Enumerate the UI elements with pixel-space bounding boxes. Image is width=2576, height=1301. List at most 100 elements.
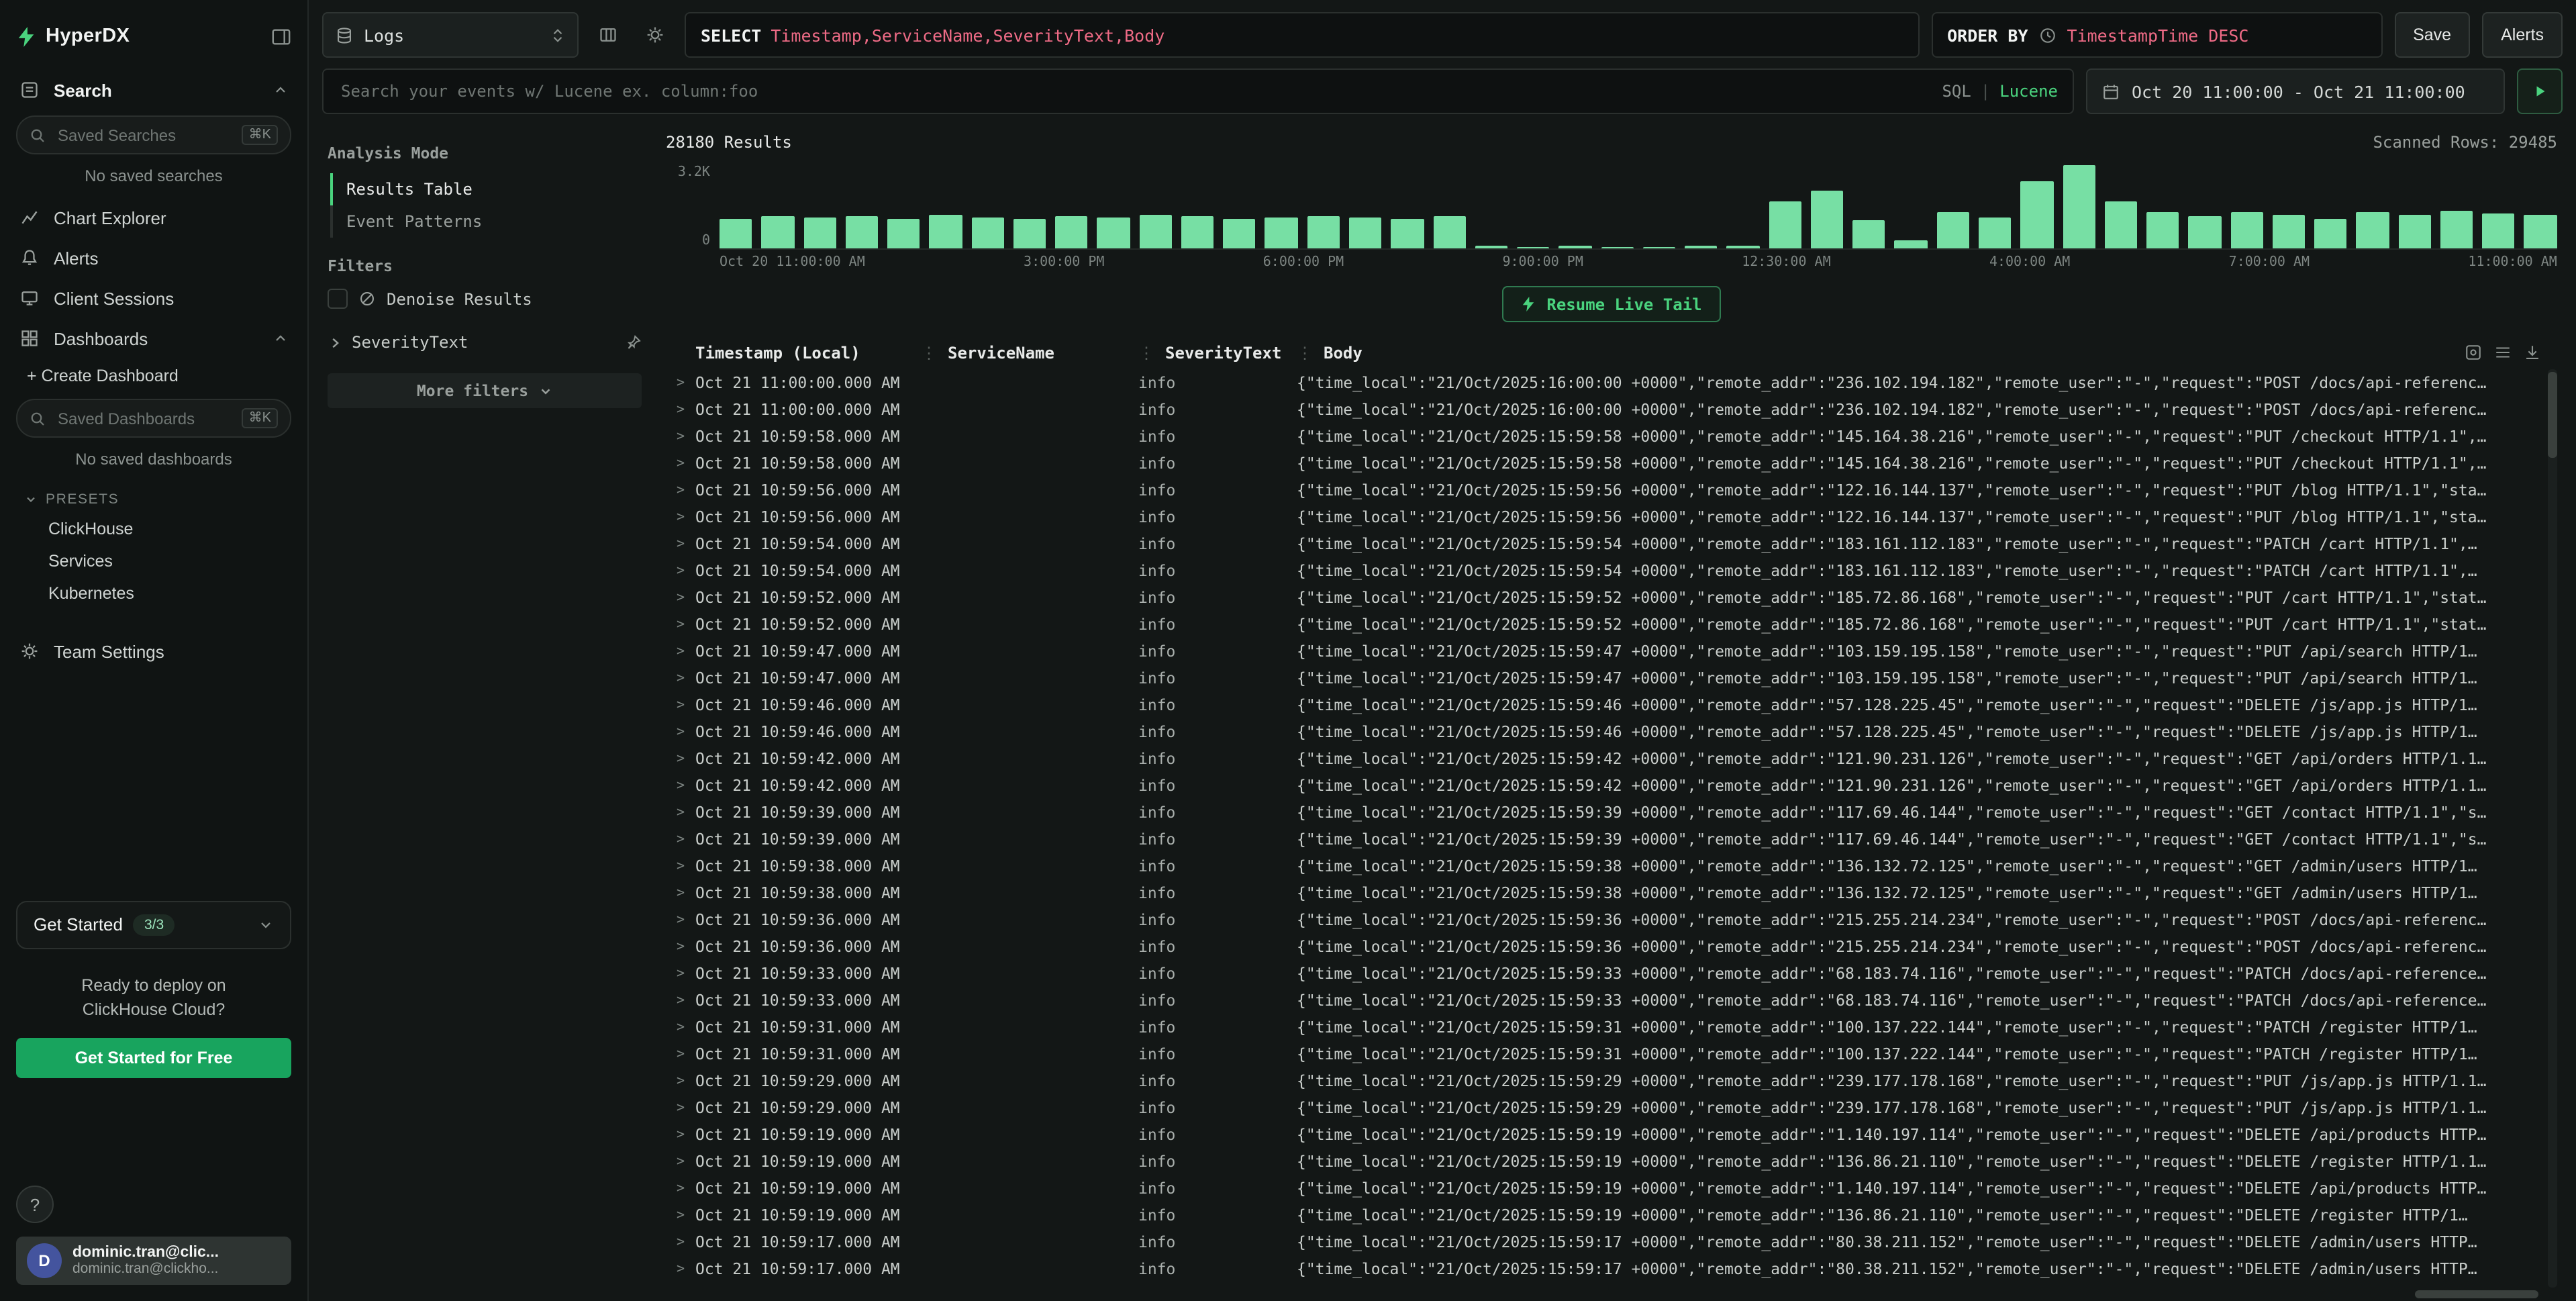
table-row[interactable]: >Oct 21 10:59:31.000 AMinfo{"time_local"… xyxy=(666,1041,2557,1067)
table-row[interactable]: >Oct 21 10:59:19.000 AMinfo{"time_local"… xyxy=(666,1175,2557,1202)
row-expand-chevron[interactable]: > xyxy=(666,859,695,873)
row-expand-chevron[interactable]: > xyxy=(666,1127,695,1142)
row-expand-chevron[interactable]: > xyxy=(666,832,695,847)
row-density-icon[interactable] xyxy=(2494,344,2512,361)
sidebar-item-services[interactable]: Services xyxy=(16,545,291,577)
presets-toggle[interactable]: PRESETS xyxy=(16,481,291,513)
horizontal-scrollbar[interactable] xyxy=(2415,1290,2538,1298)
row-expand-chevron[interactable]: > xyxy=(666,1181,695,1196)
orderby-input[interactable]: ORDER BY TimestampTime DESC xyxy=(1931,12,2382,58)
sidebar-item-dashboards[interactable]: Dashboards xyxy=(16,318,291,358)
event-search-input[interactable] xyxy=(338,81,1928,102)
saved-searches-input[interactable] xyxy=(55,124,233,146)
row-expand-chevron[interactable]: > xyxy=(666,778,695,793)
table-row[interactable]: >Oct 21 10:59:38.000 AMinfo{"time_local"… xyxy=(666,853,2557,879)
row-expand-chevron[interactable]: > xyxy=(666,644,695,659)
row-expand-chevron[interactable]: > xyxy=(666,966,695,981)
table-row[interactable]: >Oct 21 10:59:46.000 AMinfo{"time_local"… xyxy=(666,718,2557,745)
resume-live-tail-button[interactable]: Resume Live Tail xyxy=(1502,286,1720,322)
table-row[interactable]: >Oct 21 10:59:47.000 AMinfo{"time_local"… xyxy=(666,665,2557,691)
sidebar-item-chart-explorer[interactable]: Chart Explorer xyxy=(16,197,291,238)
get-started-menu[interactable]: Get Started 3/3 xyxy=(16,901,291,949)
sql-mode-toggle[interactable]: SQL xyxy=(1942,82,1971,101)
download-icon[interactable] xyxy=(2524,344,2541,361)
mode-results-table[interactable]: Results Table xyxy=(330,173,642,205)
column-header-severitytext[interactable]: ⋮ SeverityText xyxy=(1138,343,1297,362)
saved-searches-search[interactable]: ⌘K xyxy=(16,115,291,154)
more-filters-button[interactable]: More filters xyxy=(328,373,642,408)
pin-icon[interactable] xyxy=(626,334,642,350)
table-row[interactable]: >Oct 21 10:59:36.000 AMinfo{"time_local"… xyxy=(666,933,2557,960)
row-expand-chevron[interactable]: > xyxy=(666,402,695,417)
sidebar-item-kubernetes[interactable]: Kubernetes xyxy=(16,577,291,610)
table-row[interactable]: >Oct 21 10:59:33.000 AMinfo{"time_local"… xyxy=(666,960,2557,987)
create-dashboard-button[interactable]: + Create Dashboard xyxy=(16,358,291,393)
table-row[interactable]: >Oct 21 10:59:42.000 AMinfo{"time_local"… xyxy=(666,745,2557,772)
row-expand-chevron[interactable]: > xyxy=(666,429,695,444)
source-settings-button[interactable] xyxy=(638,12,673,58)
get-started-free-button[interactable]: Get Started for Free xyxy=(16,1038,291,1078)
row-expand-chevron[interactable]: > xyxy=(666,993,695,1008)
table-row[interactable]: >Oct 21 10:59:19.000 AMinfo{"time_local"… xyxy=(666,1202,2557,1228)
row-expand-chevron[interactable]: > xyxy=(666,671,695,685)
row-expand-chevron[interactable]: > xyxy=(666,1235,695,1249)
row-expand-chevron[interactable]: > xyxy=(666,510,695,524)
row-expand-chevron[interactable]: > xyxy=(666,1073,695,1088)
lucene-mode-toggle[interactable]: Lucene xyxy=(1999,82,2058,101)
table-row[interactable]: >Oct 21 10:59:19.000 AMinfo{"time_local"… xyxy=(666,1148,2557,1175)
table-row[interactable]: >Oct 21 10:59:52.000 AMinfo{"time_local"… xyxy=(666,611,2557,638)
row-expand-chevron[interactable]: > xyxy=(666,1020,695,1034)
user-menu[interactable]: D dominic.tran@clic... dominic.tran@clic… xyxy=(16,1237,291,1285)
table-row[interactable]: >Oct 21 10:59:19.000 AMinfo{"time_local"… xyxy=(666,1121,2557,1148)
scan-settings-icon[interactable] xyxy=(2465,344,2482,361)
row-expand-chevron[interactable]: > xyxy=(666,375,695,390)
run-query-button[interactable] xyxy=(2517,68,2563,114)
column-separator-icon[interactable]: ⋮ xyxy=(1297,343,1313,362)
sidebar-item-team-settings[interactable]: Team Settings xyxy=(16,631,291,671)
column-separator-icon[interactable]: ⋮ xyxy=(1138,343,1154,362)
table-row[interactable]: >Oct 21 10:59:31.000 AMinfo{"time_local"… xyxy=(666,1014,2557,1041)
row-expand-chevron[interactable]: > xyxy=(666,697,695,712)
column-header-servicename[interactable]: ⋮ ServiceName xyxy=(921,343,1138,362)
table-row[interactable]: >Oct 21 10:59:33.000 AMinfo{"time_local"… xyxy=(666,987,2557,1014)
table-row[interactable]: >Oct 21 10:59:54.000 AMinfo{"time_local"… xyxy=(666,557,2557,584)
table-row[interactable]: >Oct 21 10:59:29.000 AMinfo{"time_local"… xyxy=(666,1067,2557,1094)
row-expand-chevron[interactable]: > xyxy=(666,1154,695,1169)
alerts-button[interactable]: Alerts xyxy=(2482,12,2563,58)
table-row[interactable]: >Oct 21 10:59:52.000 AMinfo{"time_local"… xyxy=(666,584,2557,611)
row-expand-chevron[interactable]: > xyxy=(666,456,695,471)
save-button[interactable]: Save xyxy=(2394,12,2470,58)
scrollbar-thumb[interactable] xyxy=(2548,372,2557,458)
row-expand-chevron[interactable]: > xyxy=(666,483,695,497)
row-expand-chevron[interactable]: > xyxy=(666,590,695,605)
filter-group-severitytext[interactable]: SeverityText xyxy=(328,325,642,360)
row-expand-chevron[interactable]: > xyxy=(666,1208,695,1222)
help-button[interactable]: ? xyxy=(16,1186,54,1223)
sidebar-item-search[interactable]: Search xyxy=(16,70,291,110)
column-header-body[interactable]: ⋮ Body xyxy=(1297,343,2448,362)
row-expand-chevron[interactable]: > xyxy=(666,939,695,954)
table-row[interactable]: >Oct 21 10:59:29.000 AMinfo{"time_local"… xyxy=(666,1094,2557,1121)
row-expand-chevron[interactable]: > xyxy=(666,617,695,632)
table-row[interactable]: >Oct 21 11:00:00.000 AMinfo{"time_local"… xyxy=(666,396,2557,423)
vertical-scrollbar[interactable] xyxy=(2548,369,2557,1288)
table-row[interactable]: >Oct 21 11:00:00.000 AMinfo{"time_local"… xyxy=(666,369,2557,396)
row-expand-chevron[interactable]: > xyxy=(666,912,695,927)
table-row[interactable]: >Oct 21 10:59:47.000 AMinfo{"time_local"… xyxy=(666,638,2557,665)
row-expand-chevron[interactable]: > xyxy=(666,1261,695,1276)
row-expand-chevron[interactable]: > xyxy=(666,1047,695,1061)
table-row[interactable]: >Oct 21 10:59:58.000 AMinfo{"time_local"… xyxy=(666,450,2557,477)
denoise-row[interactable]: Denoise Results xyxy=(328,289,642,309)
table-row[interactable]: >Oct 21 10:59:17.000 AMinfo{"time_local"… xyxy=(666,1228,2557,1255)
row-expand-chevron[interactable]: > xyxy=(666,885,695,900)
sidebar-item-alerts[interactable]: Alerts xyxy=(16,238,291,278)
row-expand-chevron[interactable]: > xyxy=(666,1100,695,1115)
table-columns-button[interactable] xyxy=(591,12,626,58)
table-row[interactable]: >Oct 21 10:59:39.000 AMinfo{"time_local"… xyxy=(666,799,2557,826)
event-search[interactable]: SQL | Lucene xyxy=(322,68,2074,114)
row-expand-chevron[interactable]: > xyxy=(666,563,695,578)
table-row[interactable]: >Oct 21 10:59:56.000 AMinfo{"time_local"… xyxy=(666,503,2557,530)
mode-event-patterns[interactable]: Event Patterns xyxy=(333,205,642,238)
select-clause-input[interactable]: SELECT Timestamp,ServiceName,SeverityTex… xyxy=(685,12,1919,58)
saved-dashboards-input[interactable] xyxy=(55,407,233,429)
